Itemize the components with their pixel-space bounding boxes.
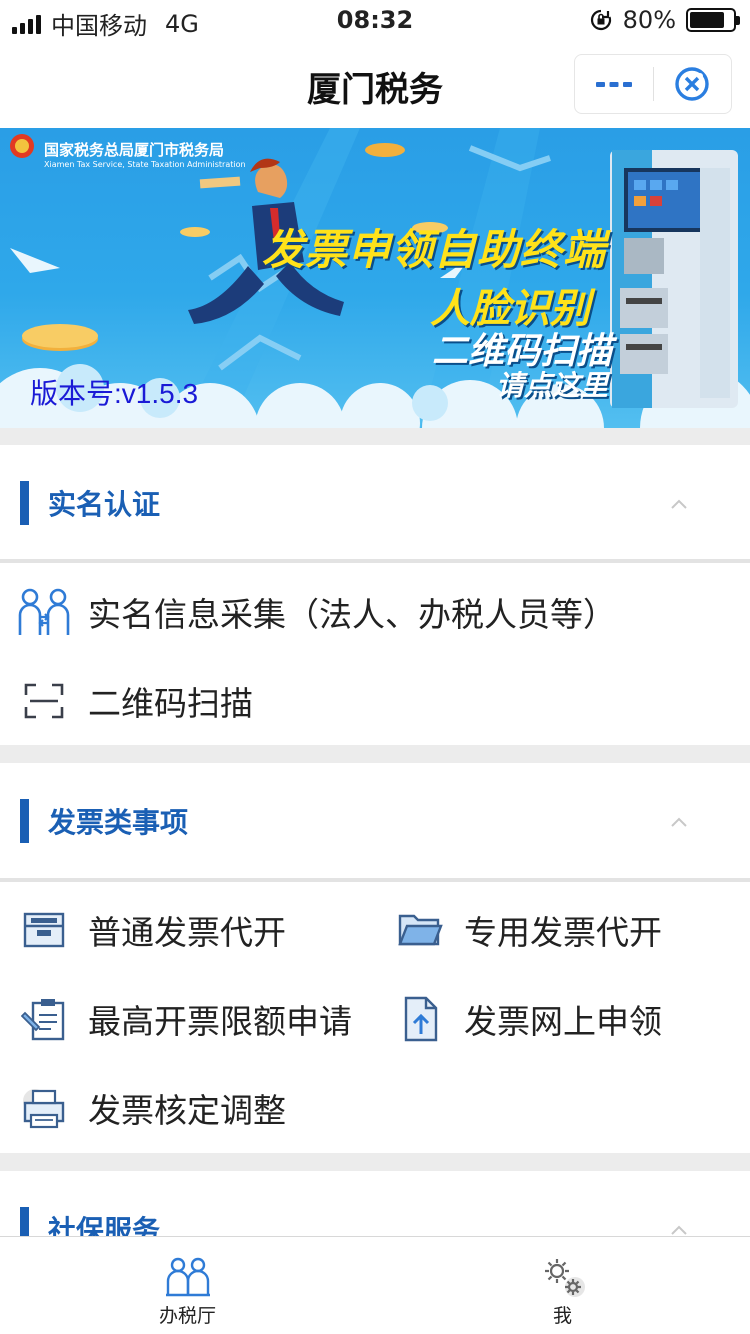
section-header-real-name[interactable]: 实名认证 [0,445,750,561]
promo-banner[interactable]: 国家税务总局厦门市税务局 Xiamen Tax Service, State T… [0,128,750,428]
folder-open-icon [392,902,448,958]
chevron-up-icon [671,817,687,827]
section-gap [0,745,750,763]
menu-item-label: 实名信息采集（法人、办税人员等） [88,595,616,634]
more-button[interactable] [575,55,653,113]
section-accent-bar [20,481,29,525]
menu-item-label: 二维码扫描 [88,684,253,723]
menu-item-invoice-online-apply[interactable]: 发票网上申领 [392,991,662,1047]
menu-item-label: 最高开票限额申请 [88,1002,352,1041]
tab-label: 我 [552,1305,572,1327]
menu-item-label: 专用发票代开 [464,913,662,952]
clipboard-pen-icon [16,991,72,1047]
scan-frame-icon [16,673,72,729]
battery-percent: 80% [622,6,676,34]
nav-bar: 厦门税务 [0,42,750,128]
file-upload-icon [392,991,448,1047]
menu-item-label: 发票网上申领 [464,1002,662,1041]
tab-bar: 办税厅 我 [0,1236,750,1334]
menu-item-qr-scan[interactable]: 二维码扫描 [16,673,253,729]
section-title: 实名认证 [48,488,161,521]
section-title: 社保服务 [48,1214,161,1236]
close-button[interactable] [654,55,732,113]
section-header-social[interactable]: 社保服务 [0,1171,750,1236]
banner-org-name: 国家税务总局厦门市税务局 [44,141,225,159]
people-exchange-icon [16,584,72,640]
battery-icon [686,8,740,32]
divider [0,878,750,882]
more-dots-icon [595,82,632,87]
menu-item-label: 发票核定调整 [88,1091,286,1130]
menu-item-limit-apply[interactable]: 最高开票限额申请 [16,991,352,1047]
chevron-up-icon [671,1225,687,1235]
section-header-invoice[interactable]: 发票类事项 [0,763,750,879]
tab-label: 办税厅 [158,1305,216,1327]
section-accent-bar [20,799,29,843]
rotation-lock-icon [590,9,611,31]
banner-headline-4: 请点这里 [496,369,609,402]
printer-icon [16,1080,72,1136]
divider [0,559,750,563]
menu-item-general-invoice[interactable]: 普通发票代开 [16,902,286,958]
section-gap [0,1153,750,1171]
banner-headline-1: 发票申领自助终端 [262,225,607,274]
status-bar: 中国移动 4G 08:32 80% [0,0,750,42]
close-target-icon [675,67,709,101]
tab-me[interactable]: 我 [375,1237,750,1334]
miniprogram-capsule [574,54,732,114]
section-title: 发票类事项 [48,806,189,839]
inbox-tray-icon [16,902,72,958]
section-accent-bar [20,1207,29,1236]
hall-people-icon [164,1255,212,1299]
menu-item-invoice-adjust[interactable]: 发票核定调整 [16,1080,286,1136]
tab-hall[interactable]: 办税厅 [0,1237,375,1334]
menu-item-real-name-collect[interactable]: 实名信息采集（法人、办税人员等） [16,584,616,640]
version-label: 版本号:v1.5.3 [30,378,199,409]
menu-item-label: 普通发票代开 [88,913,286,952]
gears-icon [539,1255,587,1299]
chevron-up-icon [671,499,687,509]
menu-item-special-invoice[interactable]: 专用发票代开 [392,902,662,958]
banner-org-name-en: Xiamen Tax Service, State Taxation Admin… [44,160,246,169]
section-gap [0,428,750,445]
